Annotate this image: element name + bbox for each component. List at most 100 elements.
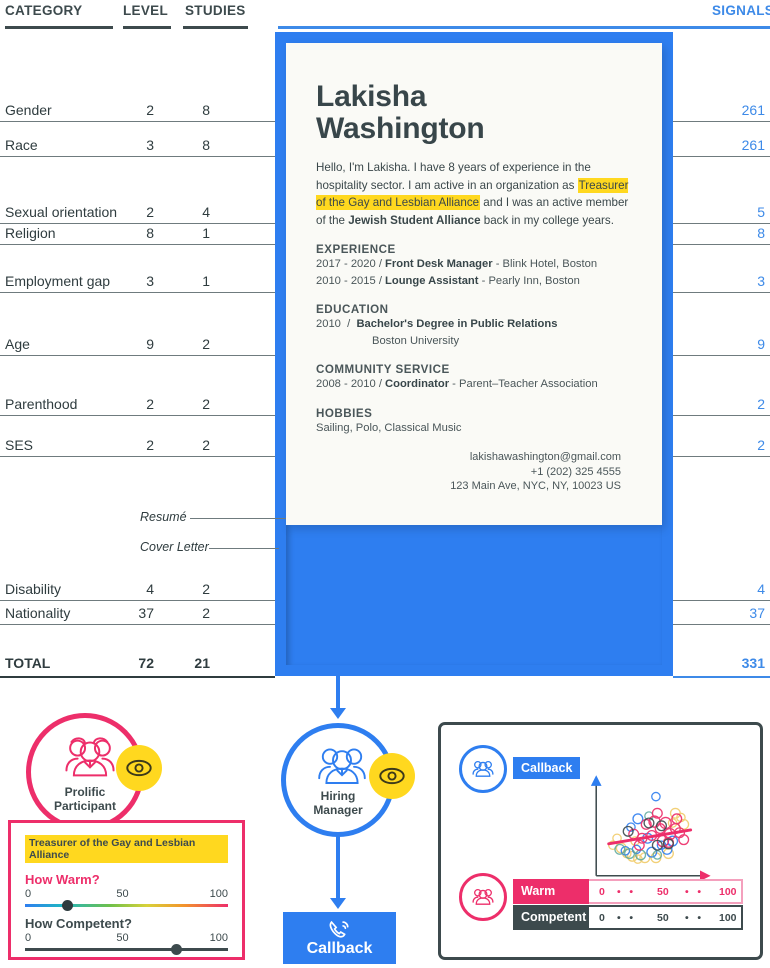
row-studies-religion: 1	[202, 225, 210, 241]
warm-scale-labels: 0 50 100	[25, 888, 228, 902]
row-level-gender: 2	[146, 102, 154, 118]
exp-title-0: Front Desk Manager	[385, 258, 493, 270]
warm-scale-min: 0	[25, 888, 32, 900]
row-signals-age: 9	[757, 336, 765, 352]
row-label-disability: Disability	[5, 581, 62, 597]
callback-button-label: Callback	[306, 939, 373, 957]
row-level-total: 72	[138, 655, 154, 671]
scatter-competent-dots: • •	[617, 912, 634, 924]
row-level-employment-gap: 3	[146, 273, 154, 289]
row-level-sexual-orientation: 2	[146, 204, 154, 220]
rating-panel[interactable]: Treasurer of the Gay and Lesbian Allianc…	[8, 820, 245, 960]
resume-card[interactable]: Lakisha Washington Hello, I'm Lakisha. I…	[286, 43, 662, 525]
com-title: Coordinator	[385, 378, 450, 390]
arrow-to-manager-icon	[330, 708, 346, 719]
participant-label-line2: Participant	[53, 798, 116, 813]
row-level-nationality: 37	[138, 605, 154, 621]
participant-label: Prolific Participant	[31, 785, 139, 813]
resume-intro-bold: Jewish Student Alliance	[348, 213, 481, 227]
header-signals: SIGNALS	[712, 3, 770, 18]
edu-years: 2010	[316, 318, 341, 330]
total-rule	[673, 676, 770, 678]
row-signals-religion: 8	[757, 225, 765, 241]
scatter-warm-dots2: • •	[685, 886, 702, 898]
row-rule	[0, 156, 275, 157]
header-rule-level	[123, 26, 171, 29]
resume-name-line2: Washington	[316, 111, 485, 145]
row-rule	[673, 456, 770, 457]
leader-line-cover-letter	[209, 548, 279, 549]
row-studies-parenthood: 2	[202, 396, 210, 412]
contact-phone: +1 (202) 325 4555	[530, 465, 621, 478]
exp-years-1: 2010 - 2015	[316, 274, 376, 287]
row-studies-ses: 2	[202, 437, 210, 453]
resume-name-line1: Lakisha	[316, 80, 427, 113]
row-signals-employment-gap: 3	[757, 273, 765, 289]
row-rule	[0, 292, 275, 293]
competent-slider-track[interactable]	[25, 944, 228, 955]
resume-contact: lakishawashington@gmail.com +1 (202) 325…	[316, 450, 636, 494]
row-signals-nationality: 37	[749, 605, 765, 621]
participant-eye-badge[interactable]	[116, 745, 162, 791]
row-label-religion: Religion	[5, 225, 56, 241]
scatter-warm-min: 0	[599, 886, 605, 898]
manager-label-line1: Hiring	[320, 789, 356, 803]
warm-scale-max: 100	[209, 888, 228, 900]
participant-label-line1: Prolific	[64, 785, 106, 799]
competent-slider-knob[interactable]	[171, 944, 183, 955]
header-rule-category	[5, 26, 113, 29]
row-label-race: Race	[5, 137, 38, 153]
contact-email: lakishawashington@gmail.com	[469, 451, 621, 463]
row-studies-total: 21	[194, 655, 210, 671]
row-rule	[673, 244, 770, 245]
resume-community-row: 2008 - 2010 / Coordinator - Parent–Teach…	[316, 377, 636, 393]
manager-eye-badge[interactable]	[369, 753, 415, 799]
row-signals-gender: 261	[741, 102, 765, 118]
com-years: 2008 - 2010	[316, 378, 376, 390]
row-rule	[0, 244, 275, 245]
row-rule	[0, 355, 275, 356]
exp-where-1: - Pearly Inn, Boston	[481, 274, 580, 287]
row-label-nationality: Nationality	[5, 605, 71, 621]
com-where: - Parent–Teacher Association	[452, 378, 598, 390]
row-rule	[0, 600, 275, 601]
resume-section-education: EDUCATION	[316, 303, 389, 316]
phone-callback-icon	[329, 920, 349, 938]
scatter-warm-mid: 50	[657, 886, 669, 898]
row-signals-disability: 4	[757, 581, 765, 597]
scatter-warm-max: 100	[719, 886, 737, 898]
row-rule	[0, 223, 275, 224]
scatter-warm-dots: • •	[617, 886, 634, 898]
row-signals-race: 261	[741, 137, 765, 153]
exp-sep-1: /	[378, 274, 382, 287]
row-level-age: 9	[146, 336, 154, 352]
warm-slider-track[interactable]	[25, 900, 228, 911]
row-rule	[673, 600, 770, 601]
scatter-panel[interactable]: Callback Warm 0 • • 50 • • 100 Competent…	[438, 722, 763, 960]
scatter-competent-mid: 50	[657, 912, 669, 924]
row-rule	[673, 415, 770, 416]
header-level: LEVEL	[123, 3, 169, 18]
scatter-warm-chip: Warm	[513, 879, 589, 904]
resume-hobbies-text: Sailing, Polo, Classical Music	[316, 421, 462, 434]
resume-intro: Hello, I'm Lakisha. I have 8 years of ex…	[316, 159, 636, 229]
scatter-competent-dots2: • •	[685, 912, 702, 924]
row-signals-sexual-orientation: 5	[757, 204, 765, 220]
competent-question-label: How Competent?	[25, 916, 132, 931]
callback-button[interactable]: Callback	[283, 912, 396, 964]
row-rule	[673, 223, 770, 224]
exp-title-1: Lounge Assistant	[385, 274, 479, 287]
resume-name: Lakisha Washington	[316, 81, 636, 144]
row-signals-ses: 2	[757, 437, 765, 453]
participant-group-icon	[472, 888, 494, 905]
row-rule	[673, 355, 770, 356]
row-studies-employment-gap: 1	[202, 273, 210, 289]
warm-slider-knob[interactable]	[61, 900, 73, 911]
row-studies-gender: 8	[202, 102, 210, 118]
arrow-to-callback-icon	[330, 898, 346, 909]
resume-section-experience: EXPERIENCE	[316, 243, 396, 256]
row-signals-total: 331	[741, 655, 765, 671]
scatter-competent-chip: Competent	[513, 905, 589, 930]
resume-intro-c: back in my college years.	[480, 213, 614, 227]
row-studies-nationality: 2	[202, 605, 210, 621]
